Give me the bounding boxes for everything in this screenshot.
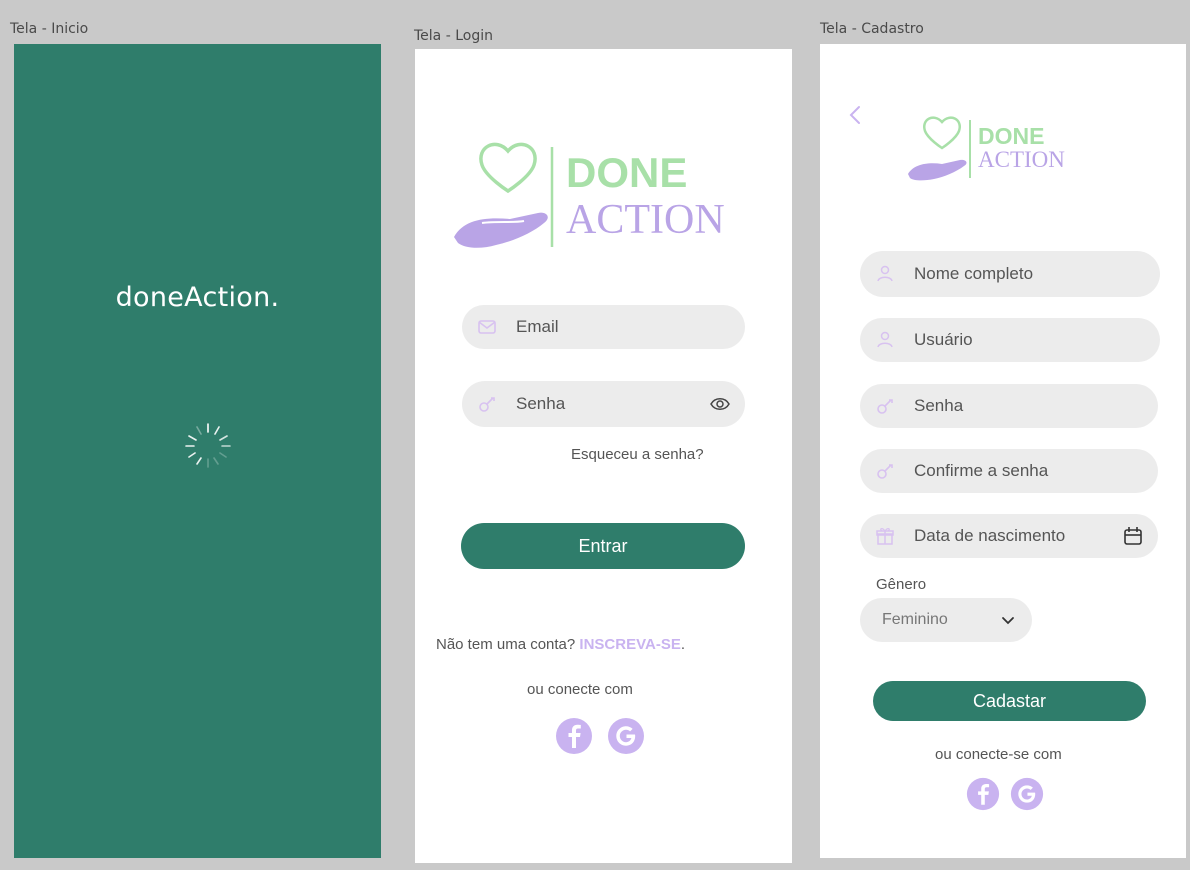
user-icon <box>877 265 893 282</box>
confirm-password-placeholder: Confirme a senha <box>914 461 1049 480</box>
done-action-logo: DONE ACTION <box>454 142 725 248</box>
username-placeholder: Usuário <box>914 330 973 349</box>
logo-action-text: ACTION <box>566 197 725 243</box>
confirm-password-field[interactable]: Confirme a senha <box>860 449 1158 493</box>
logo-done-text: DONE <box>566 149 687 196</box>
gender-select[interactable]: Feminino <box>860 598 1032 642</box>
email-field[interactable]: Email <box>462 305 745 349</box>
full-name-placeholder: Nome completo <box>914 264 1034 283</box>
frame-label-inicio: Tela - Inicio <box>10 21 89 37</box>
gender-value: Feminino <box>882 611 948 628</box>
username-field[interactable]: Usuário <box>860 318 1160 362</box>
splash-screen: doneAction. <box>14 44 381 858</box>
done-action-logo-small: DONE ACTION <box>908 116 1065 181</box>
social-login-row <box>555 717 645 755</box>
facebook-icon[interactable] <box>555 717 593 755</box>
spinner-icon <box>185 423 231 468</box>
heart-hand-logo <box>908 116 967 181</box>
connect-text: ou conecte com <box>527 681 633 698</box>
mail-icon <box>478 320 496 334</box>
gift-icon <box>876 528 894 545</box>
chevron-left-icon[interactable] <box>846 104 864 126</box>
eye-icon[interactable] <box>709 393 731 415</box>
facebook-icon[interactable] <box>966 777 1000 811</box>
logo-done-text-small: DONE <box>978 123 1044 149</box>
birthdate-placeholder: Data de nascimento <box>914 526 1066 545</box>
brand-title: doneAction. <box>115 282 280 313</box>
frame-label-cadastro: Tela - Cadastro <box>820 21 924 37</box>
forgot-password-link[interactable]: Esqueceu a senha? <box>571 446 704 463</box>
no-account-text: Não tem uma conta? <box>436 636 576 653</box>
full-name-field[interactable]: Nome completo <box>860 251 1160 297</box>
connect-text-signup: ou conecte-se com <box>935 746 1062 763</box>
logo-action-text-small: ACTION <box>978 147 1065 172</box>
social-signup-row <box>966 777 1044 811</box>
key-icon <box>877 464 893 479</box>
email-placeholder: Email <box>516 317 559 336</box>
password-field[interactable]: Senha <box>462 381 745 427</box>
user-icon <box>877 331 893 348</box>
signup-suffix: . <box>680 636 685 653</box>
google-icon[interactable] <box>1010 777 1044 811</box>
frame-label-login: Tela - Login <box>414 28 493 44</box>
calendar-icon[interactable] <box>1122 525 1144 547</box>
key-icon <box>479 397 495 412</box>
signup-link[interactable]: INSCREVA-SE <box>579 636 680 653</box>
login-screen: DONE ACTION Email Senha Esqueceu a senha… <box>415 49 792 863</box>
signup-password-field[interactable]: Senha <box>860 384 1158 428</box>
gender-label: Gênero <box>876 576 927 593</box>
google-icon[interactable] <box>607 717 645 755</box>
signup-button[interactable]: Cadastar <box>873 681 1146 721</box>
chevron-down-icon <box>1002 617 1014 625</box>
password-placeholder: Senha <box>516 394 566 413</box>
key-icon <box>877 399 893 414</box>
signup-password-placeholder: Senha <box>914 396 964 415</box>
signup-prompt: Não tem uma conta? INSCREVA-SE. <box>436 636 685 653</box>
heart-hand-logo <box>454 142 548 248</box>
login-button[interactable]: Entrar <box>461 523 745 569</box>
birthdate-field[interactable]: Data de nascimento <box>860 514 1158 558</box>
signup-screen: DONE ACTION Nome completo Usuário Senha … <box>820 44 1186 858</box>
